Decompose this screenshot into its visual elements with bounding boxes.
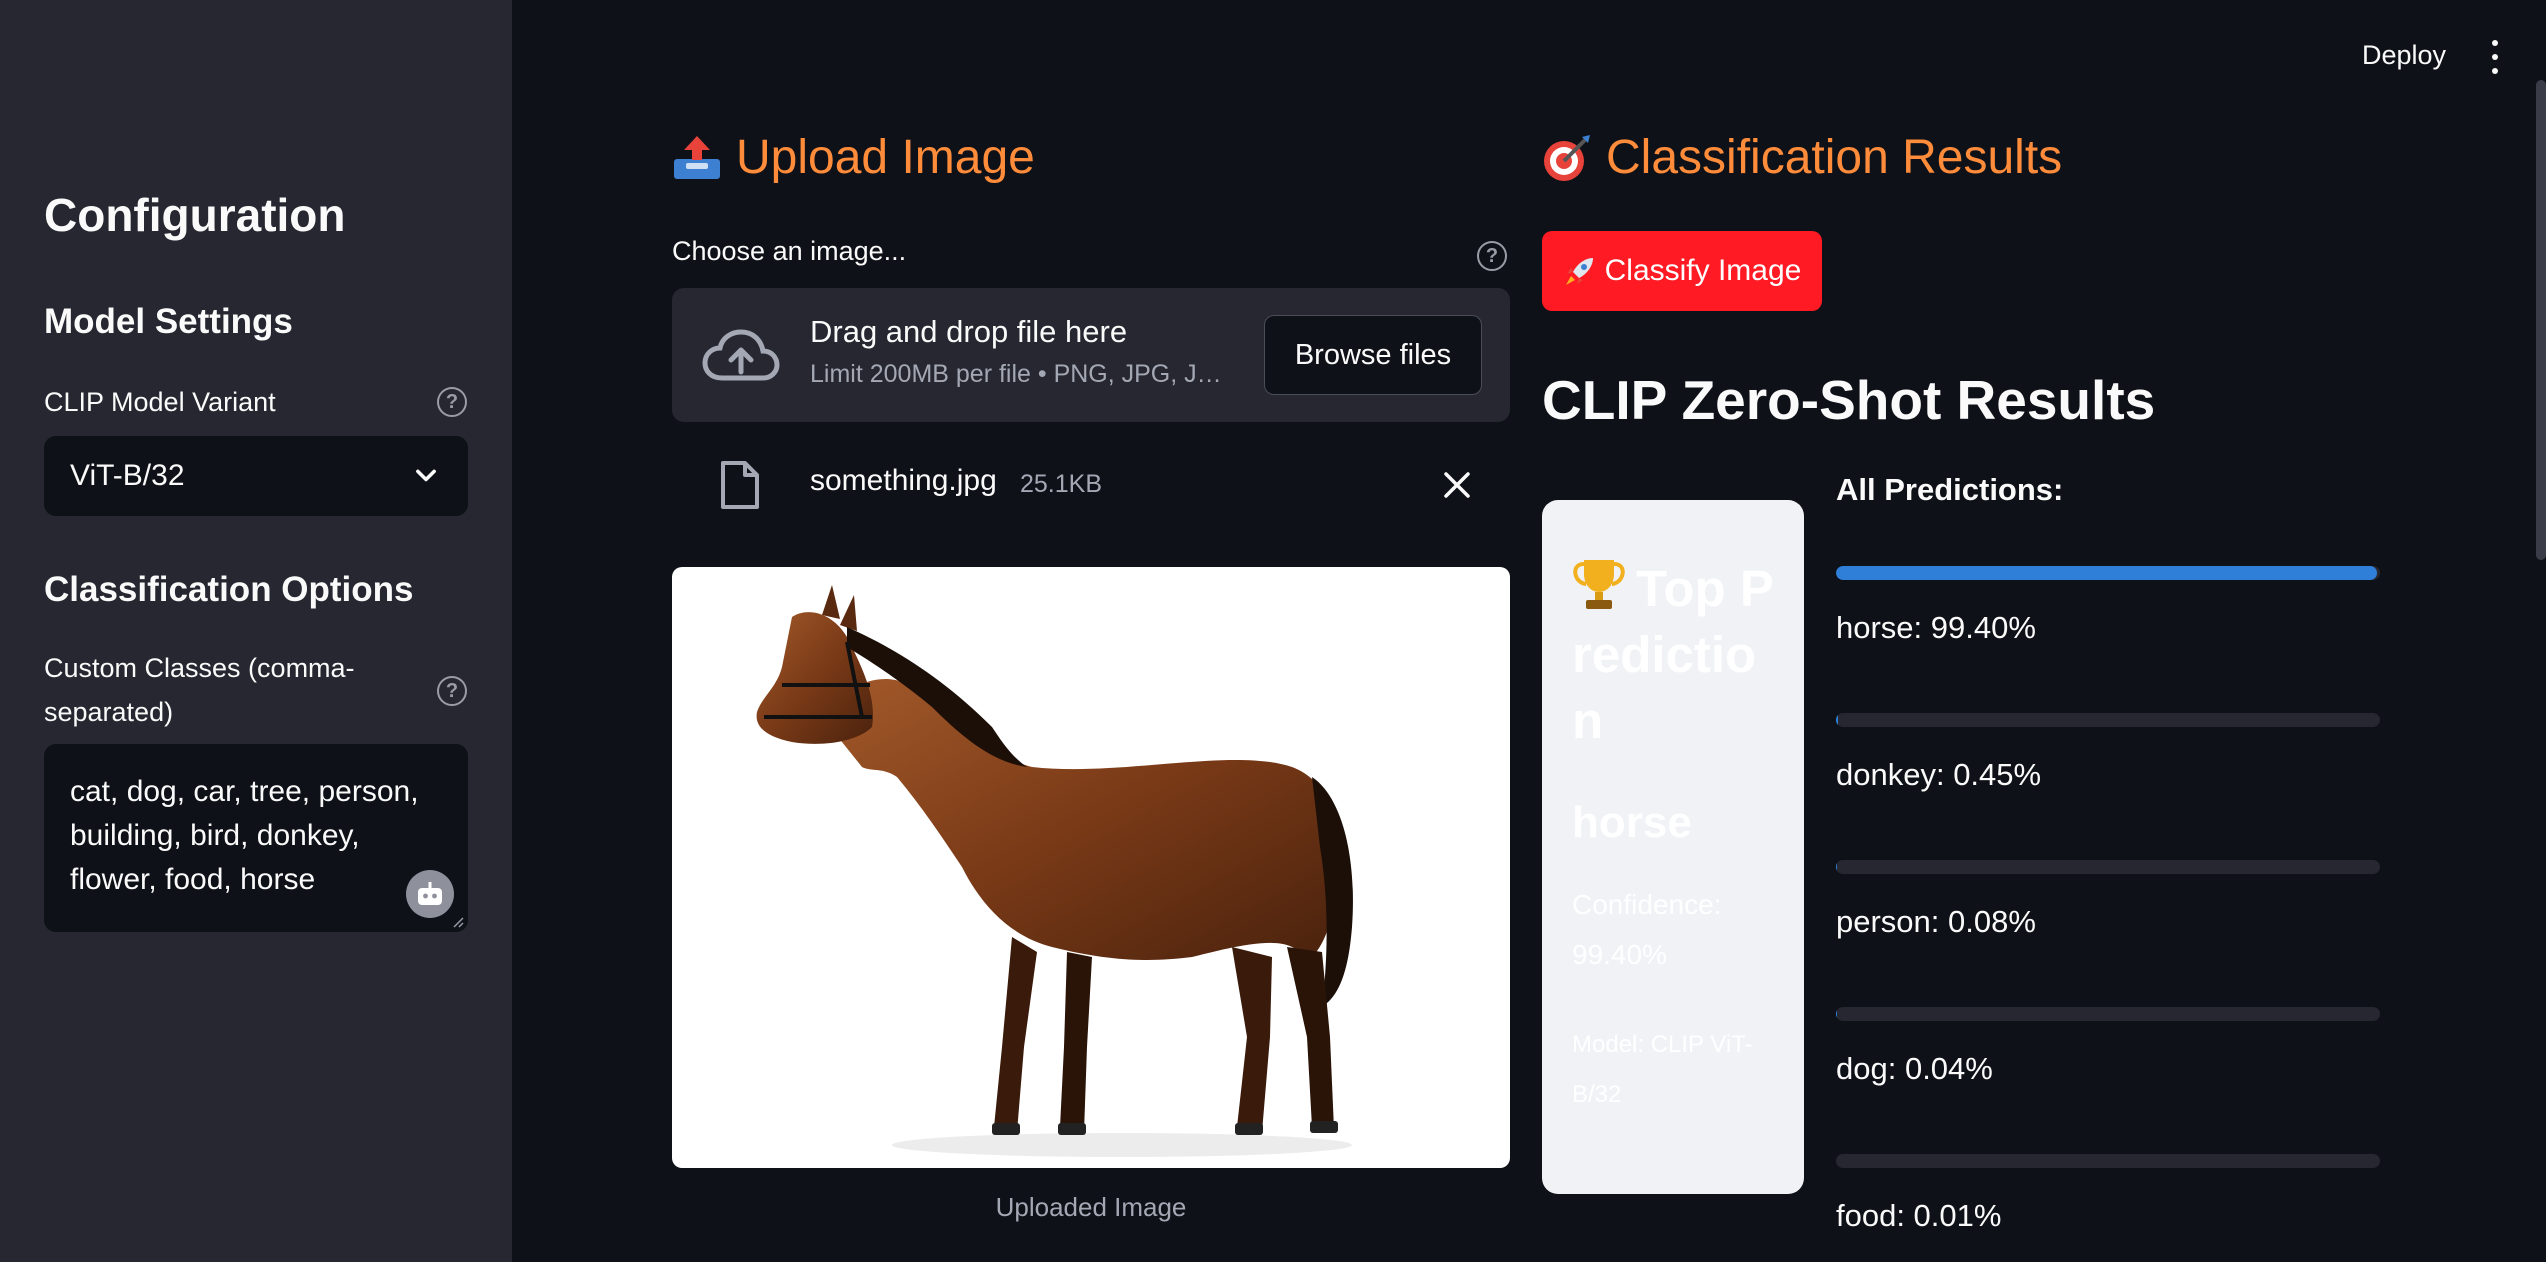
- prediction-label: dog: 0.04%: [1836, 1051, 1993, 1086]
- top-prediction-heading: Top Prediction: [1572, 556, 1774, 754]
- classify-button-label: Classify Image: [1604, 254, 1802, 287]
- model-settings-header: Model Settings: [44, 302, 293, 341]
- file-dropzone[interactable]: Drag and drop file here Limit 200MB per …: [672, 288, 1510, 422]
- prediction-progress-fill: [1836, 713, 1839, 727]
- results-header: Classification Results: [1542, 130, 2062, 185]
- choose-image-label: Choose an image...: [672, 236, 907, 266]
- clip-results-title: CLIP Zero-Shot Results: [1542, 369, 2156, 431]
- results-header-text: Classification Results: [1606, 131, 2063, 184]
- top-prediction-class: horse: [1572, 798, 1692, 847]
- help-icon[interactable]: ?: [437, 387, 467, 417]
- prediction-progress-bar: [1836, 713, 2380, 727]
- custom-classes-textarea[interactable]: cat, dog, car, tree, person, building, b…: [44, 744, 468, 932]
- prediction-row: dog: 0.04%: [1836, 1007, 2380, 1087]
- top-prediction-model: Model: CLIP ViT-B/32: [1572, 1031, 1753, 1108]
- main-menu-icon[interactable]: [2488, 40, 2502, 74]
- top-prediction-card: Top Prediction horse Confidence: 99.40% …: [1542, 500, 1804, 1194]
- prediction-label: donkey: 0.45%: [1836, 757, 2042, 792]
- browse-files-button[interactable]: Browse files: [1264, 315, 1482, 395]
- help-icon[interactable]: ?: [1477, 241, 1507, 271]
- prediction-row: horse: 99.40%: [1836, 566, 2380, 646]
- top-prediction-confidence: Confidence: 99.40%: [1572, 889, 1722, 970]
- uploaded-image: [672, 567, 1510, 1168]
- chevron-down-icon: [416, 469, 436, 482]
- model-variant-select[interactable]: ViT-B/32: [44, 436, 468, 516]
- remove-file-icon[interactable]: [1442, 470, 1472, 500]
- sidebar: Configuration Model Settings CLIP Model …: [0, 0, 512, 1262]
- scrollbar[interactable]: [2536, 80, 2546, 560]
- upload-header: Upload Image: [672, 130, 1035, 185]
- dropzone-title: Drag and drop file here: [810, 314, 1128, 349]
- prediction-label: food: 0.01%: [1836, 1198, 2002, 1233]
- prediction-row: food: 0.01%: [1836, 1154, 2380, 1234]
- prediction-row: donkey: 0.45%: [1836, 713, 2380, 793]
- prediction-progress-bar: [1836, 860, 2380, 874]
- prediction-row: person: 0.08%: [1836, 860, 2380, 940]
- sidebar-title: Configuration: [44, 189, 346, 241]
- model-variant-value: ViT-B/32: [70, 459, 185, 492]
- rocket-icon: [1565, 258, 1593, 285]
- image-caption: Uploaded Image: [995, 1192, 1187, 1222]
- help-icon[interactable]: ?: [437, 676, 467, 706]
- prediction-progress-bar: [1836, 1154, 2380, 1168]
- model-variant-label: CLIP Model Variant: [44, 387, 276, 417]
- prediction-progress-bar: [1836, 1007, 2380, 1021]
- all-predictions-label: All Predictions:: [1836, 472, 2064, 507]
- classification-options-header: Classification Options: [44, 570, 414, 609]
- dropzone-limit: Limit 200MB per file • PNG, JPG, J…: [810, 360, 1222, 388]
- horse-image: [756, 585, 1353, 1157]
- deploy-button[interactable]: Deploy: [2362, 40, 2446, 71]
- resize-handle-icon[interactable]: [452, 916, 464, 928]
- uploaded-file-name: something.jpg: [810, 464, 997, 497]
- custom-classes-label: Custom Classes (comma-separated): [44, 653, 355, 727]
- uploaded-file-size: 25.1KB: [1020, 470, 1103, 498]
- file-icon: [721, 461, 759, 509]
- upload-header-text: Upload Image: [736, 131, 1035, 184]
- trophy-icon: [1573, 560, 1625, 609]
- inbox-tray-icon: [672, 133, 722, 183]
- prediction-progress-fill: [1836, 566, 2377, 580]
- classify-image-button[interactable]: Classify Image: [1542, 231, 1822, 311]
- prediction-label: person: 0.08%: [1836, 904, 2036, 939]
- cloud-upload-icon: [702, 329, 780, 381]
- prediction-label: horse: 99.40%: [1836, 610, 2036, 645]
- target-icon: [1542, 133, 1592, 183]
- custom-classes-value: cat, dog, car, tree, person, building, b…: [70, 775, 419, 896]
- robot-icon[interactable]: [406, 870, 454, 918]
- prediction-progress-bar: [1836, 566, 2380, 580]
